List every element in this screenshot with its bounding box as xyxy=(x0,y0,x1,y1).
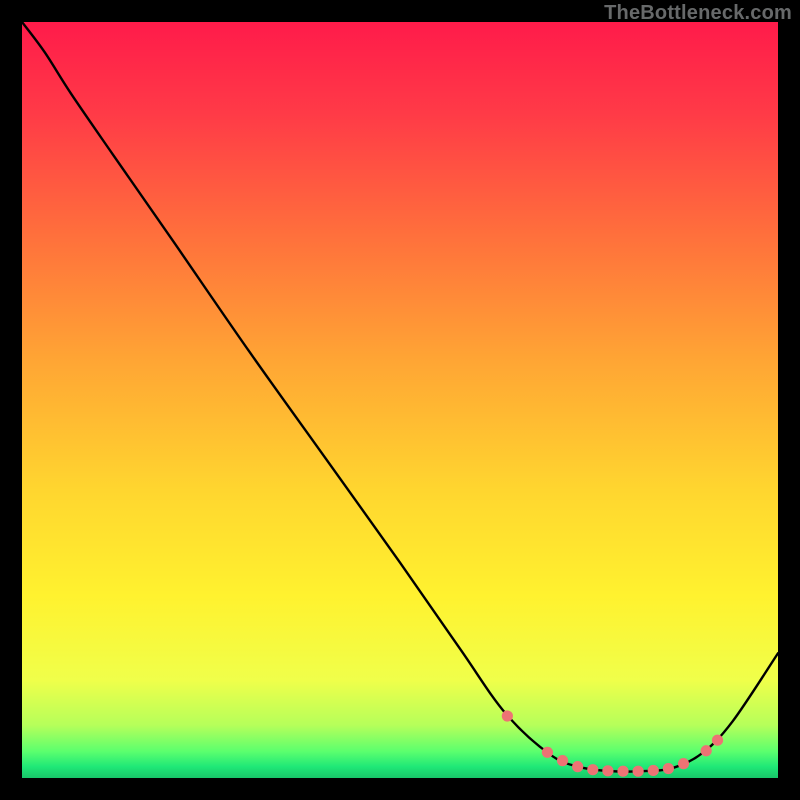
chart-svg xyxy=(22,22,778,778)
data-marker xyxy=(663,763,674,774)
data-marker xyxy=(587,764,598,775)
data-marker xyxy=(648,765,659,776)
data-marker xyxy=(678,758,689,769)
data-marker xyxy=(542,747,553,758)
data-marker xyxy=(572,761,583,772)
data-marker xyxy=(701,745,712,756)
data-marker xyxy=(502,710,513,721)
data-marker xyxy=(602,765,613,776)
data-marker xyxy=(557,755,568,766)
data-marker xyxy=(712,735,723,746)
attribution-text: TheBottleneck.com xyxy=(604,2,792,25)
chart-area xyxy=(22,22,778,778)
data-marker xyxy=(633,766,644,777)
gradient-background xyxy=(22,22,778,778)
data-marker xyxy=(617,766,628,777)
